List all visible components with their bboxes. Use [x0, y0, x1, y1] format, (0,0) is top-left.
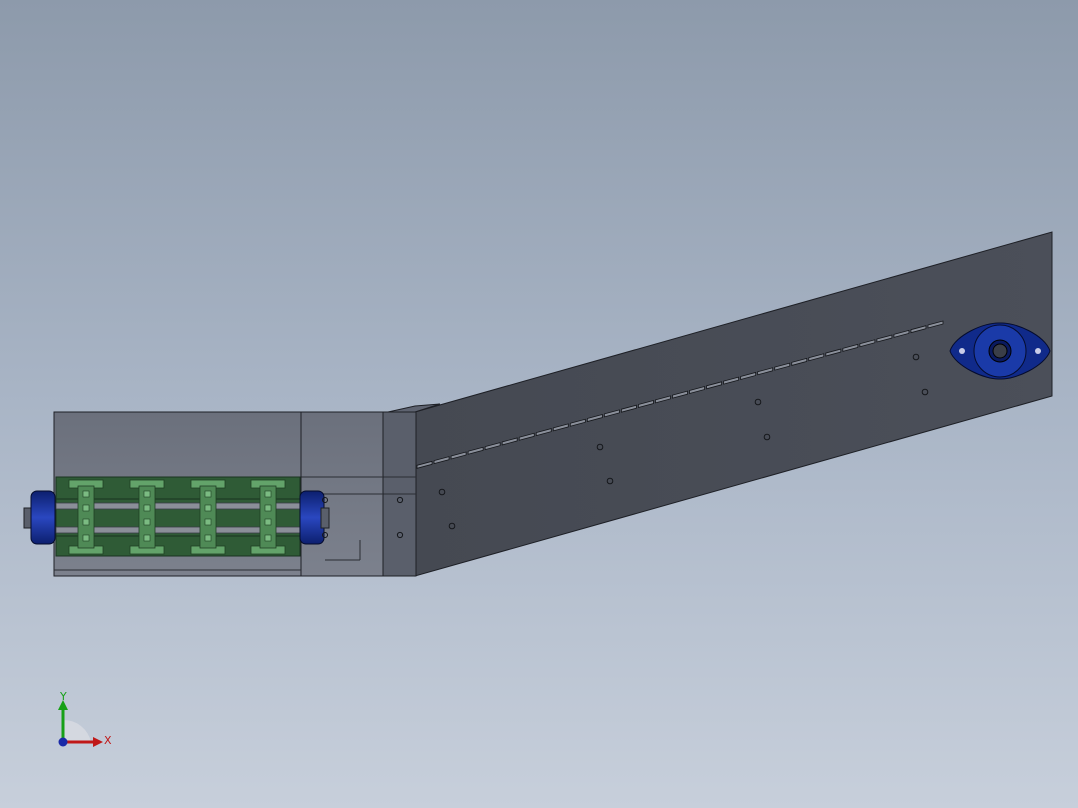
left-roller[interactable]: [23, 490, 56, 545]
axis-x-label: X: [104, 734, 112, 747]
coordinate-triad-icon: Y X: [58, 690, 112, 747]
inclined-frame[interactable]: [414, 231, 1053, 577]
axis-y-label: Y: [59, 690, 67, 703]
conveyor-model[interactable]: [0, 0, 1078, 808]
cad-viewport[interactable]: Y X: [0, 0, 1078, 808]
